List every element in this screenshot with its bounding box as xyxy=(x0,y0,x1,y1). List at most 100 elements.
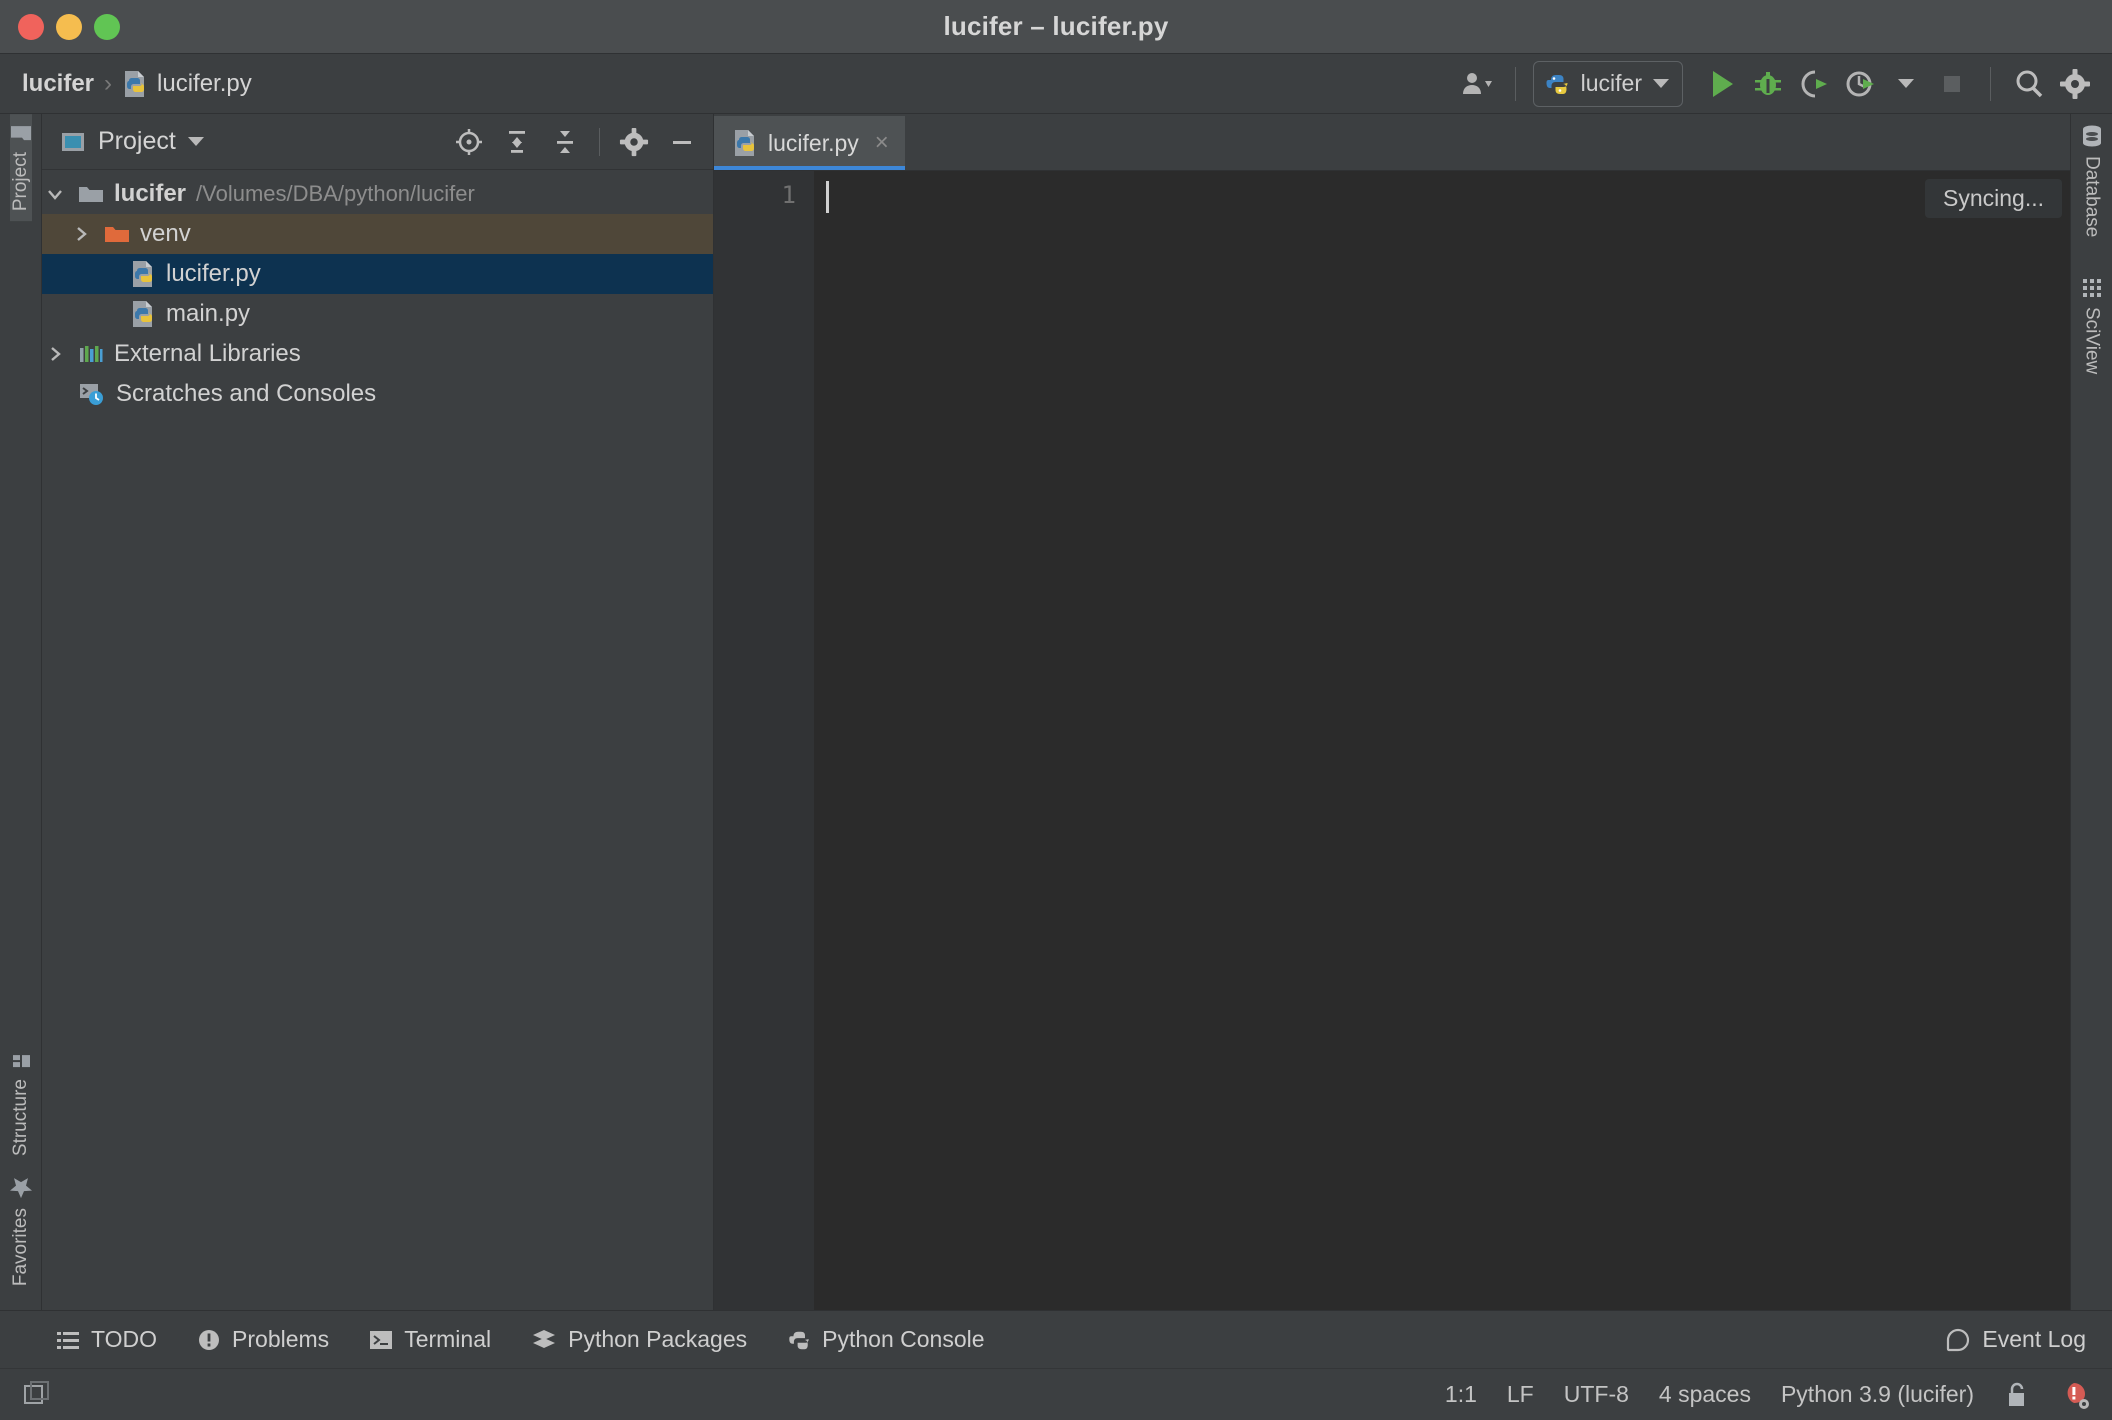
tool-window-terminal[interactable]: Terminal xyxy=(369,1326,491,1353)
close-icon[interactable]: × xyxy=(875,129,889,157)
tree-node-external-libraries[interactable]: External Libraries xyxy=(42,334,713,374)
sidebar-item-favorites[interactable]: Favorites xyxy=(9,1166,33,1296)
minimize-window-button[interactable] xyxy=(56,13,82,40)
python-file-icon xyxy=(130,260,156,288)
star-icon xyxy=(9,1176,33,1200)
chevron-right-icon[interactable] xyxy=(68,225,94,243)
editor-canvas[interactable]: 1 Syncing... xyxy=(714,170,2070,1310)
sidebar-item-database[interactable]: Database xyxy=(2080,114,2104,247)
packages-icon xyxy=(531,1328,557,1352)
user-account-icon[interactable] xyxy=(1456,63,1498,105)
line-number: 1 xyxy=(781,181,796,209)
tree-node-venv[interactable]: venv xyxy=(42,214,713,254)
tool-window-python-console[interactable]: Python Console xyxy=(787,1326,985,1353)
gear-icon[interactable] xyxy=(613,121,655,163)
maximize-window-button[interactable] xyxy=(94,13,120,40)
terminal-icon xyxy=(369,1329,393,1351)
stop-button[interactable] xyxy=(1931,63,1973,105)
problems-icon xyxy=(197,1328,221,1352)
editor-tab-bar: lucifer.py × xyxy=(714,114,2070,170)
indent-setting[interactable]: 4 spaces xyxy=(1659,1381,1751,1408)
excluded-folder-icon xyxy=(104,223,130,245)
breadcrumb: lucifer › lucifer.py xyxy=(22,70,252,98)
breadcrumb-item-project[interactable]: lucifer xyxy=(22,70,94,98)
inspection-warning-icon[interactable] xyxy=(2060,1380,2090,1410)
sidebar-item-project[interactable]: Project xyxy=(9,114,32,222)
right-stripe-top: Database SciView xyxy=(2071,114,2112,385)
locate-icon[interactable] xyxy=(448,121,490,163)
code-content[interactable] xyxy=(814,171,2070,1310)
title-bar: lucifer – lucifer.py xyxy=(0,0,2112,54)
gear-icon[interactable] xyxy=(2054,63,2096,105)
run-button[interactable] xyxy=(1701,63,1743,105)
tool-window-todo[interactable]: TODO xyxy=(56,1326,157,1353)
breadcrumb-file-label: lucifer.py xyxy=(157,69,252,97)
tool-windows-icon[interactable] xyxy=(16,1374,58,1416)
pycharm-window: lucifer – lucifer.py lucifer › lucifer.p… xyxy=(0,0,2112,1420)
chevron-right-icon[interactable] xyxy=(42,345,68,363)
collapse-all-icon[interactable] xyxy=(544,121,586,163)
line-number-gutter: 1 xyxy=(714,171,814,1310)
chevron-right-icon: › xyxy=(104,69,113,97)
breadcrumb-item-file[interactable]: lucifer.py xyxy=(122,70,252,98)
tree-node-label: Scratches and Consoles xyxy=(116,380,377,407)
tool-window-label: Terminal xyxy=(404,1326,492,1352)
tree-node-label: lucifer xyxy=(114,180,187,207)
event-log-button[interactable]: Event Log xyxy=(1945,1326,2112,1353)
profile-button[interactable] xyxy=(1839,63,1881,105)
editor-area: lucifer.py × 1 Syncing... xyxy=(714,114,2070,1310)
project-panel-title[interactable]: Project xyxy=(60,127,204,156)
unlock-icon[interactable] xyxy=(2004,1381,2030,1409)
run-coverage-button[interactable] xyxy=(1793,63,1835,105)
chevron-down-icon[interactable] xyxy=(42,185,68,203)
folder-icon xyxy=(78,183,104,205)
tree-node-lucifer-py[interactable]: lucifer.py xyxy=(42,254,713,294)
tree-node-path: /Volumes/DBA/python/lucifer xyxy=(196,181,475,206)
sciview-stripe-label: SciView xyxy=(2081,307,2103,375)
chevron-down-icon xyxy=(1653,79,1669,88)
tree-node-label: main.py xyxy=(166,300,251,327)
left-tool-stripe: Project Structure Favorites xyxy=(0,114,42,1310)
project-tree: lucifer /Volumes/DBA/python/lucifer venv xyxy=(42,170,713,1310)
window-title: lucifer – lucifer.py xyxy=(943,11,1169,41)
project-panel-label: Project xyxy=(98,127,176,155)
text-caret xyxy=(826,181,829,213)
tree-node-scratches-and-consoles[interactable]: Scratches and Consoles xyxy=(42,374,713,414)
tab-lucifer-py[interactable]: lucifer.py × xyxy=(714,116,905,170)
tree-node-lucifer[interactable]: lucifer /Volumes/DBA/python/lucifer xyxy=(42,174,713,214)
project-stripe-label: Project xyxy=(9,152,31,212)
debug-button[interactable] xyxy=(1747,63,1789,105)
file-encoding[interactable]: UTF-8 xyxy=(1564,1381,1629,1408)
run-configuration-selector[interactable]: lucifer xyxy=(1532,60,1683,107)
project-panel-toolbar xyxy=(448,121,703,163)
syncing-indicator: Syncing... xyxy=(1925,179,2062,218)
navigation-bar: lucifer › lucifer.py lucifer xyxy=(0,54,2112,114)
search-icon[interactable] xyxy=(2008,63,2050,105)
tree-node-label: venv xyxy=(140,220,191,247)
favorites-stripe-label: Favorites xyxy=(9,1207,31,1286)
grid-icon xyxy=(2081,277,2103,299)
navbar-actions: lucifer xyxy=(1456,60,2096,107)
close-window-button[interactable] xyxy=(18,13,44,40)
sidebar-item-sciview[interactable]: SciView xyxy=(2081,267,2103,384)
minimize-icon[interactable] xyxy=(661,121,703,163)
tool-window-problems[interactable]: Problems xyxy=(197,1326,329,1353)
tool-window-python-packages[interactable]: Python Packages xyxy=(531,1326,747,1353)
event-log-icon xyxy=(1945,1327,1971,1353)
caret-position[interactable]: 1:1 xyxy=(1445,1381,1477,1408)
main-body: Project Structure Favorites Project luci… xyxy=(0,114,2112,1310)
tree-node-label: External Libraries xyxy=(114,340,301,367)
tree-node-label: lucifer.py xyxy=(166,260,261,287)
python-interpreter[interactable]: Python 3.9 (lucifer) xyxy=(1781,1381,1974,1408)
database-icon xyxy=(2080,124,2104,148)
expand-all-icon[interactable] xyxy=(496,121,538,163)
sidebar-item-structure[interactable]: Structure xyxy=(10,1041,32,1166)
bottom-tool-window-bar: TODO Problems Terminal Python Packages P… xyxy=(0,1310,2112,1368)
tree-node-main-py[interactable]: main.py xyxy=(42,294,713,334)
project-tool-window: Project lucifer /Volumes/DBA/python/luci… xyxy=(42,114,714,1310)
line-separator[interactable]: LF xyxy=(1507,1381,1534,1408)
left-stripe-top: Project xyxy=(0,114,41,222)
divider xyxy=(1514,66,1516,101)
profile-dropdown-button[interactable] xyxy=(1885,63,1927,105)
database-stripe-label: Database xyxy=(2081,156,2103,238)
